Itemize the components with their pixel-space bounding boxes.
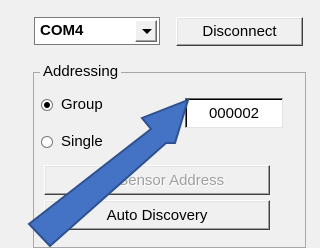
radio-selected-dot <box>44 101 50 108</box>
disconnect-button[interactable]: Disconnect <box>176 17 303 46</box>
chevron-down-icon <box>142 29 152 34</box>
address-field[interactable]: 000002 <box>185 98 283 128</box>
addressing-title: Addressing <box>40 63 122 80</box>
port-select[interactable]: COM4 <box>34 17 160 45</box>
auto-discovery-button[interactable]: Auto Discovery <box>44 200 270 230</box>
single-radio-option[interactable]: Single <box>41 133 103 150</box>
port-select-dropdown-button[interactable] <box>135 20 157 42</box>
group-radio[interactable] <box>41 98 53 111</box>
single-radio[interactable] <box>41 135 53 148</box>
single-radio-label: Single <box>61 133 103 150</box>
group-radio-label: Group <box>61 96 103 113</box>
port-select-value: COM4 <box>40 22 84 39</box>
get-sensor-address-button[interactable]: Get Sensor Address <box>44 165 270 195</box>
group-radio-option[interactable]: Group <box>41 96 103 113</box>
settings-panel: COM4 Disconnect Addressing Group Single … <box>0 0 320 248</box>
